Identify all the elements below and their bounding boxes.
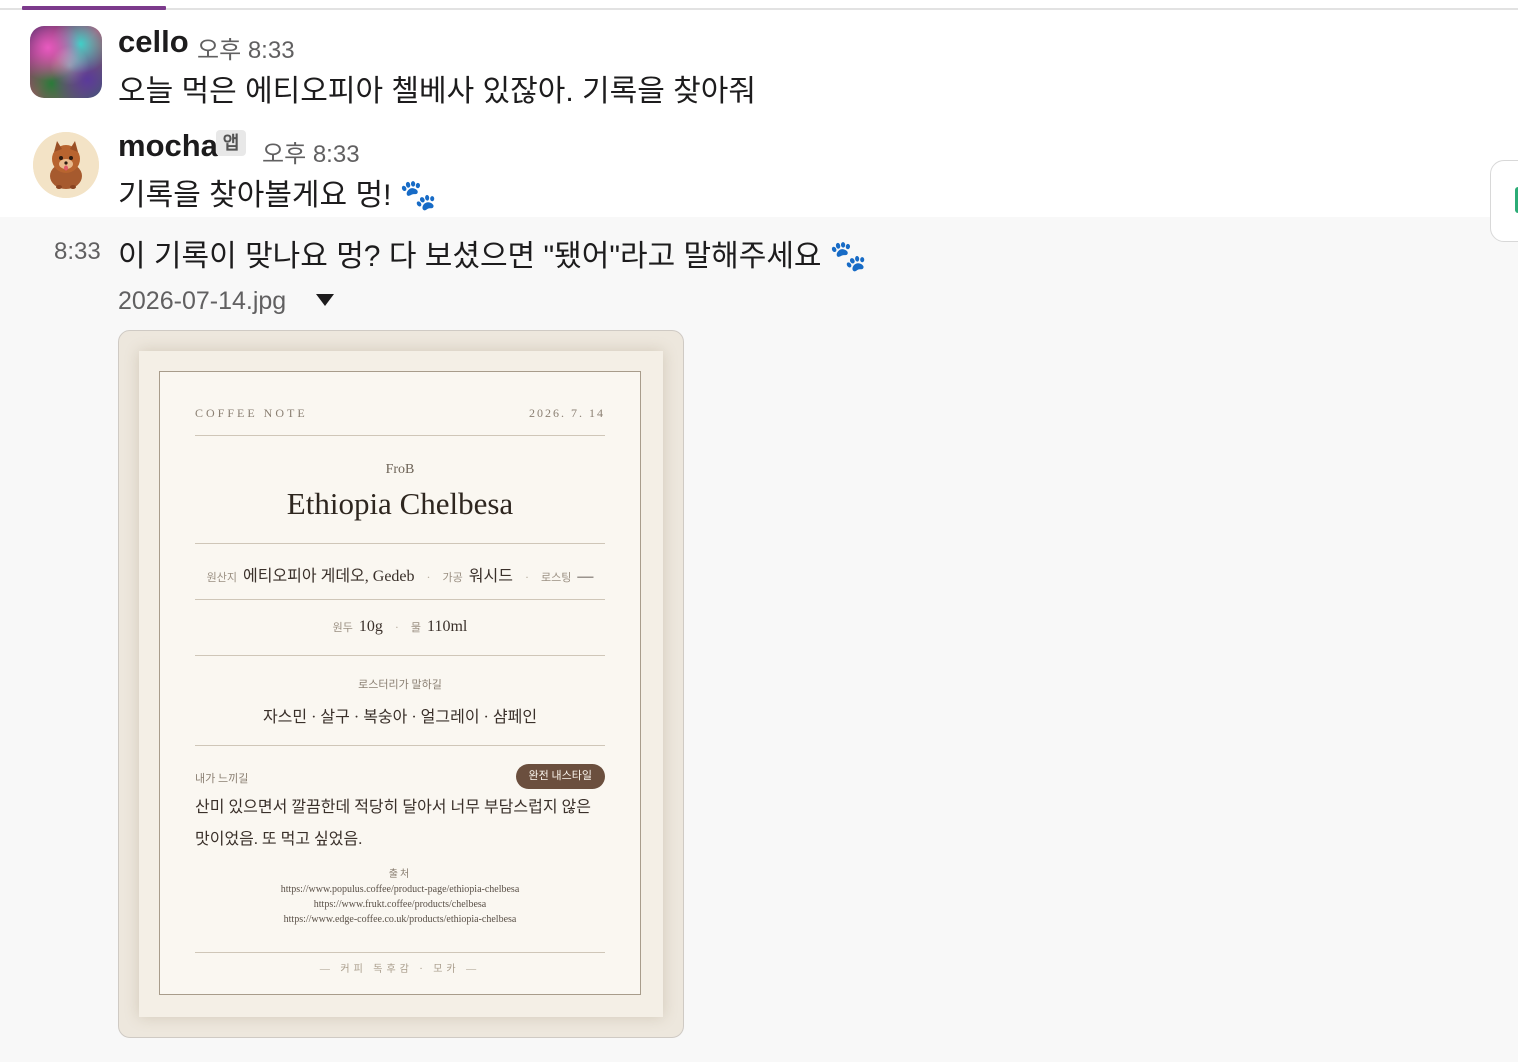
attachment-image[interactable]: COFFEE NOTE 2026. 7. 14 FroB Ethiopia Ch… xyxy=(118,330,684,1038)
roast-value: — xyxy=(577,568,594,585)
beans-value: 10g xyxy=(358,618,383,635)
origin-value: 에티오피아 게데오, Gedeb xyxy=(243,568,415,585)
attachment-file-name[interactable]: 2026-07-14.jpg xyxy=(118,287,286,316)
review-text: 산미 있으면서 깔끔한데 적당히 달아서 너무 부담스럽지 않은 맛이었음. 또… xyxy=(195,799,592,848)
coffee-title: Ethiopia Chelbesa xyxy=(286,486,514,521)
divider xyxy=(195,599,605,600)
app-badge: 앱 xyxy=(216,130,246,156)
message-timestamp[interactable]: 오후 8:33 xyxy=(197,30,295,65)
message-text: 기록을 찾아볼게요 멍! 🐾 xyxy=(118,179,438,212)
unread-accent-bar xyxy=(22,6,166,10)
roaster-name: FroB xyxy=(385,462,415,477)
source-link: https://www.edge-coffee.co.uk/products/e… xyxy=(283,914,517,925)
divider xyxy=(195,435,605,436)
message-timestamp[interactable]: 오후 8:33 xyxy=(262,134,360,169)
divider xyxy=(195,543,605,544)
sender-name[interactable]: cello xyxy=(118,24,189,60)
separator-dot: · xyxy=(426,570,431,584)
avatar[interactable] xyxy=(33,132,99,198)
origin-row: 원산지 에티오피아 게데오, Gedeb · 가공 워시드 · 로스팅 — xyxy=(160,562,640,586)
source-link: https://www.populus.coffee/product-page/… xyxy=(280,884,520,895)
separator-dot: · xyxy=(394,620,399,634)
origin-key: 원산지 xyxy=(206,572,238,584)
chevron-down-icon[interactable] xyxy=(316,294,334,306)
my-feel-caption: 내가 느끼길 xyxy=(195,773,249,785)
source-link: https://www.frukt.coffee/products/chelbe… xyxy=(313,899,487,910)
process-value: 워시드 xyxy=(468,568,513,585)
recipe-row: 원두 10g · 물 110ml xyxy=(160,618,640,636)
beans-key: 원두 xyxy=(332,622,353,634)
card-footer: — 커피 독후감 · 모카 — xyxy=(319,964,481,975)
roast-key: 로스팅 xyxy=(540,572,572,584)
message-text: 오늘 먹은 에티오피아 첼베사 있잖아. 기록을 찾아줘 xyxy=(118,75,756,108)
note-label: COFFEE NOTE xyxy=(195,406,308,420)
message-text: 이 기록이 맞나요 멍? 다 보셨으면 "됐어"라고 말해주세요 🐾 xyxy=(118,240,868,273)
avatar[interactable] xyxy=(30,26,102,98)
rating-badge: 완전 내스타일 xyxy=(515,764,605,789)
coffee-note-image: COFFEE NOTE 2026. 7. 14 FroB Ethiopia Ch… xyxy=(139,351,663,1017)
water-key: 물 xyxy=(410,622,422,634)
message-timestamp[interactable]: 8:33 xyxy=(54,238,101,266)
sources-caption: 출처 xyxy=(388,869,412,880)
water-value: 110ml xyxy=(427,618,468,635)
flavor-notes: 자스민 · 살구 · 복숭아 · 얼그레이 · 샴페인 xyxy=(262,709,538,726)
message-actions-toolbar[interactable] xyxy=(1490,160,1518,242)
coffee-note-card: COFFEE NOTE 2026. 7. 14 FroB Ethiopia Ch… xyxy=(159,371,641,995)
sender-name[interactable]: mocha xyxy=(118,128,218,164)
separator-dot: · xyxy=(524,570,529,584)
divider xyxy=(195,745,605,746)
roastery-caption: 로스터리가 말하길 xyxy=(358,679,442,691)
divider xyxy=(195,952,605,953)
process-key: 가공 xyxy=(442,572,463,584)
pomeranian-icon xyxy=(33,132,99,198)
note-date: 2026. 7. 14 xyxy=(529,406,605,420)
divider xyxy=(195,655,605,656)
top-divider xyxy=(0,8,1518,10)
